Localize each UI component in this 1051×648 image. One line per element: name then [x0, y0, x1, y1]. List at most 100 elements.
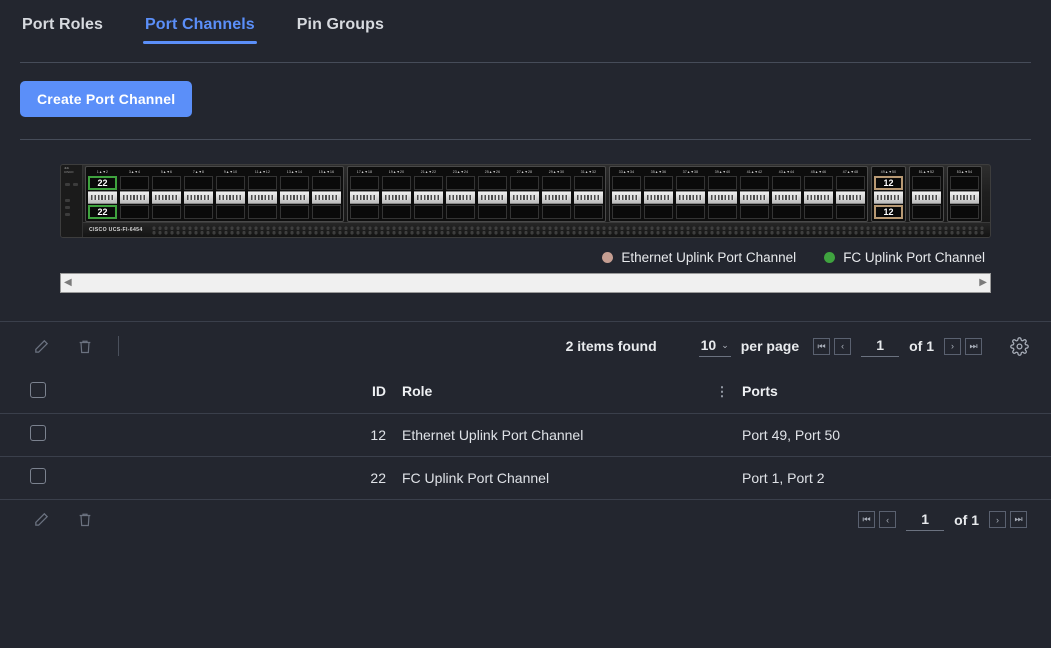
row-checkbox[interactable] [30, 468, 46, 484]
select-all-checkbox[interactable] [30, 381, 46, 398]
port-pair-15-16-label: 15▲▼16 [318, 169, 335, 174]
prev-page-button[interactable]: ‹ [834, 337, 852, 355]
column-header-id[interactable]: ID [62, 370, 402, 414]
chassis-vents [150, 225, 984, 235]
port-pair-3-4[interactable]: 3▲▼4 [119, 168, 150, 220]
toolbar-divider [118, 336, 119, 356]
bottom-pagination: ⏮ ‹ 1 of 1 › ⏭ [856, 509, 1029, 531]
column-header-role[interactable]: Role [402, 370, 702, 414]
next-page-button[interactable]: › [944, 337, 961, 355]
port-pair-21-22-label: 21▲▼22 [420, 169, 437, 174]
gear-icon[interactable] [1010, 336, 1029, 356]
row-checkbox[interactable] [30, 425, 46, 441]
port-pair-21-22[interactable]: 21▲▼22 [413, 168, 444, 220]
scroll-left-arrow[interactable]: ◀ [64, 278, 72, 288]
footer-next-page-button[interactable]: › [989, 511, 1006, 528]
footer-first-page-button[interactable]: ⏮ [858, 511, 876, 528]
page-size-select[interactable]: 10 ⌄ [698, 335, 731, 357]
create-port-channel-button[interactable]: Create Port Channel [20, 81, 193, 117]
footer-total-pages-label: of 1 [954, 511, 979, 528]
footer-prev-page-button[interactable]: ‹ [879, 511, 897, 528]
port-pair-37-38[interactable]: 37▲▼38 [675, 168, 706, 220]
switch-horizontal-scrollbar[interactable]: ◀ ▶ [60, 273, 991, 293]
vertical-dots-icon: ⋮ [715, 384, 729, 400]
port-pair-45-46[interactable]: 45▲▼46 [803, 168, 834, 220]
port-pair-17-18[interactable]: 17▲▼18 [349, 168, 380, 220]
port-pair-27-28-label: 27▲▼28 [516, 169, 533, 174]
chevron-down-icon: ⌄ [721, 339, 729, 350]
first-page-button[interactable]: ⏮ [813, 337, 831, 355]
footer-page-number-input[interactable]: 1 [906, 509, 945, 531]
port-pair-29-30-label: 29▲▼30 [548, 169, 565, 174]
column-options-icon[interactable]: ⋮ [702, 370, 742, 414]
chassis-logo: ıllıllı CISCO [64, 166, 74, 174]
port-pair-49-50-connector [874, 191, 903, 204]
row-spacer [702, 456, 742, 500]
port-area: 1▲▼2 22 22 3▲▼4 5▲▼6 7▲▼8 9▲▼10 11▲▼12 1… [83, 165, 990, 222]
port-50-badge: 12 [883, 207, 894, 217]
port-pair-19-20[interactable]: 19▲▼20 [381, 168, 412, 220]
footer-last-page-button[interactable]: ⏭ [1010, 511, 1027, 528]
port-pair-27-28[interactable]: 27▲▼28 [509, 168, 540, 220]
port-group-3: 33▲▼34 35▲▼36 37▲▼38 39▲▼40 41▲▼42 43▲▼4… [609, 166, 868, 222]
port-channels-table: ID Role ⋮ Ports 12 Ethernet Uplink Port … [0, 370, 1051, 500]
port-50-slot[interactable]: 12 [874, 205, 903, 219]
port-49-slot[interactable]: 12 [874, 176, 903, 190]
legend-item-ethernet-uplink: Ethernet Uplink Port Channel [602, 250, 796, 265]
footer-pencil-icon[interactable] [28, 507, 54, 533]
footer-trash-icon[interactable] [72, 507, 98, 533]
port-pair-35-36[interactable]: 35▲▼36 [643, 168, 674, 220]
row-ports: Port 1, Port 2 [742, 456, 1051, 500]
port-pair-47-48[interactable]: 47▲▼48 [835, 168, 866, 220]
chassis-brand-label: CISCO UCS-FI-6454 [89, 227, 143, 233]
port-pair-7-8[interactable]: 7▲▼8 [183, 168, 214, 220]
port-pair-39-40[interactable]: 39▲▼40 [707, 168, 738, 220]
table-row[interactable]: 12 Ethernet Uplink Port Channel Port 49,… [0, 413, 1051, 457]
column-header-ports[interactable]: Ports [742, 370, 1051, 414]
port-pair-1-2[interactable]: 1▲▼2 22 22 [87, 168, 118, 220]
last-page-button[interactable]: ⏭ [965, 337, 982, 355]
page-number-input[interactable]: 1 [861, 335, 900, 357]
port-1-badge: 22 [97, 178, 108, 188]
port-group-4: 49▲▼50 12 12 [871, 166, 906, 222]
port-pair-5-6[interactable]: 5▲▼6 [151, 168, 182, 220]
chassis-main: 1▲▼2 22 22 3▲▼4 5▲▼6 7▲▼8 9▲▼10 11▲▼12 1… [83, 165, 990, 237]
port-pair-31-32-label: 31▲▼32 [580, 169, 597, 174]
tab-port-channels[interactable]: Port Channels [143, 12, 257, 44]
port-pair-13-14[interactable]: 13▲▼14 [279, 168, 310, 220]
port-pair-41-42-label: 41▲▼42 [746, 169, 763, 174]
pencil-icon[interactable] [28, 333, 54, 359]
port-1-slot[interactable]: 22 [88, 176, 117, 190]
port-pair-15-16[interactable]: 15▲▼16 [311, 168, 342, 220]
port-2-slot[interactable]: 22 [88, 205, 117, 219]
trash-icon[interactable] [72, 333, 98, 359]
port-pair-29-30[interactable]: 29▲▼30 [541, 168, 572, 220]
tab-port-roles[interactable]: Port Roles [20, 12, 105, 44]
port-pair-31-32[interactable]: 31▲▼32 [573, 168, 604, 220]
port-pair-5-6-label: 5▲▼6 [160, 169, 173, 174]
switch-legend: Ethernet Uplink Port Channel FC Uplink P… [20, 250, 985, 265]
fc-uplink-color-dot [824, 252, 836, 263]
scroll-right-arrow[interactable]: ▶ [979, 278, 987, 288]
port-pair-43-44[interactable]: 43▲▼44 [771, 168, 802, 220]
port-pair-49-50[interactable]: 49▲▼50 12 12 [873, 168, 904, 220]
port-pair-11-12[interactable]: 11▲▼12 [247, 168, 278, 220]
port-2-badge: 22 [97, 207, 108, 217]
port-pair-1-2-label: 1▲▼2 [96, 169, 109, 174]
row-id: 22 [62, 456, 402, 500]
port-pair-33-34[interactable]: 33▲▼34 [611, 168, 642, 220]
port-pair-41-42[interactable]: 41▲▼42 [739, 168, 770, 220]
port-pair-23-24[interactable]: 23▲▼24 [445, 168, 476, 220]
port-pair-25-26[interactable]: 25▲▼26 [477, 168, 508, 220]
port-pair-53-54[interactable]: 53▲▼54 [949, 168, 980, 220]
port-pair-9-10[interactable]: 9▲▼10 [215, 168, 246, 220]
port-pair-13-14-label: 13▲▼14 [286, 169, 303, 174]
table-row[interactable]: 22 FC Uplink Port Channel Port 1, Port 2 [0, 456, 1051, 500]
port-pair-51-52[interactable]: 51▲▼52 [911, 168, 942, 220]
top-pagination: 10 ⌄ per page ⏮ ‹ 1 of 1 › ⏭ [698, 335, 984, 357]
legend-item-fc-uplink: FC Uplink Port Channel [824, 250, 985, 265]
items-found-label: 2 items found [565, 338, 657, 354]
tab-pin-groups[interactable]: Pin Groups [295, 12, 386, 44]
port-pair-47-48-label: 47▲▼48 [842, 169, 859, 174]
port-pair-35-36-label: 35▲▼36 [650, 169, 667, 174]
